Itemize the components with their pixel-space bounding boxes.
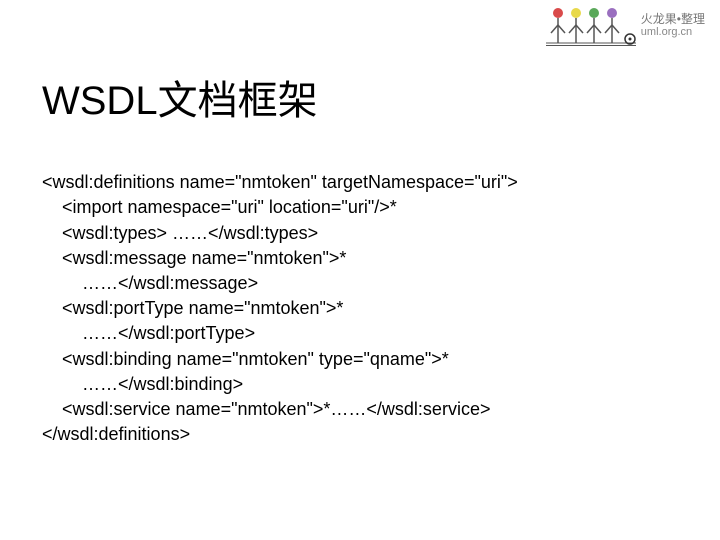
code-line: <wsdl:service name="nmtoken">*……</wsdl:s… xyxy=(42,399,490,419)
code-line: <wsdl:binding name="nmtoken" type="qname… xyxy=(42,349,449,369)
logo-brand: 火龙果•整理 xyxy=(641,13,705,26)
code-line: </wsdl:definitions> xyxy=(42,424,190,444)
code-line: ……</wsdl:message> xyxy=(42,273,258,293)
code-line: <wsdl:types> ……</wsdl:types> xyxy=(42,223,318,243)
logo-area: 火龙果•整理 uml.org.cn xyxy=(546,5,705,46)
slide-title: WSDL文档框架 xyxy=(42,68,318,126)
code-line: <import namespace="uri" location="uri"/>… xyxy=(42,197,397,217)
code-block: <wsdl:definitions name="nmtoken" targetN… xyxy=(42,145,518,447)
code-line: ……</wsdl:binding> xyxy=(42,374,243,394)
code-line: ……</wsdl:portType> xyxy=(42,323,255,343)
code-line: <wsdl:definitions name="nmtoken" targetN… xyxy=(42,172,518,192)
code-line: <wsdl:message name="nmtoken">* xyxy=(42,248,346,268)
logo-text: 火龙果•整理 uml.org.cn xyxy=(641,13,705,38)
stick-figures-icon xyxy=(546,5,636,45)
logo-illustration xyxy=(546,5,636,46)
logo-site: uml.org.cn xyxy=(641,26,705,38)
code-line: <wsdl:portType name="nmtoken">* xyxy=(42,298,343,318)
